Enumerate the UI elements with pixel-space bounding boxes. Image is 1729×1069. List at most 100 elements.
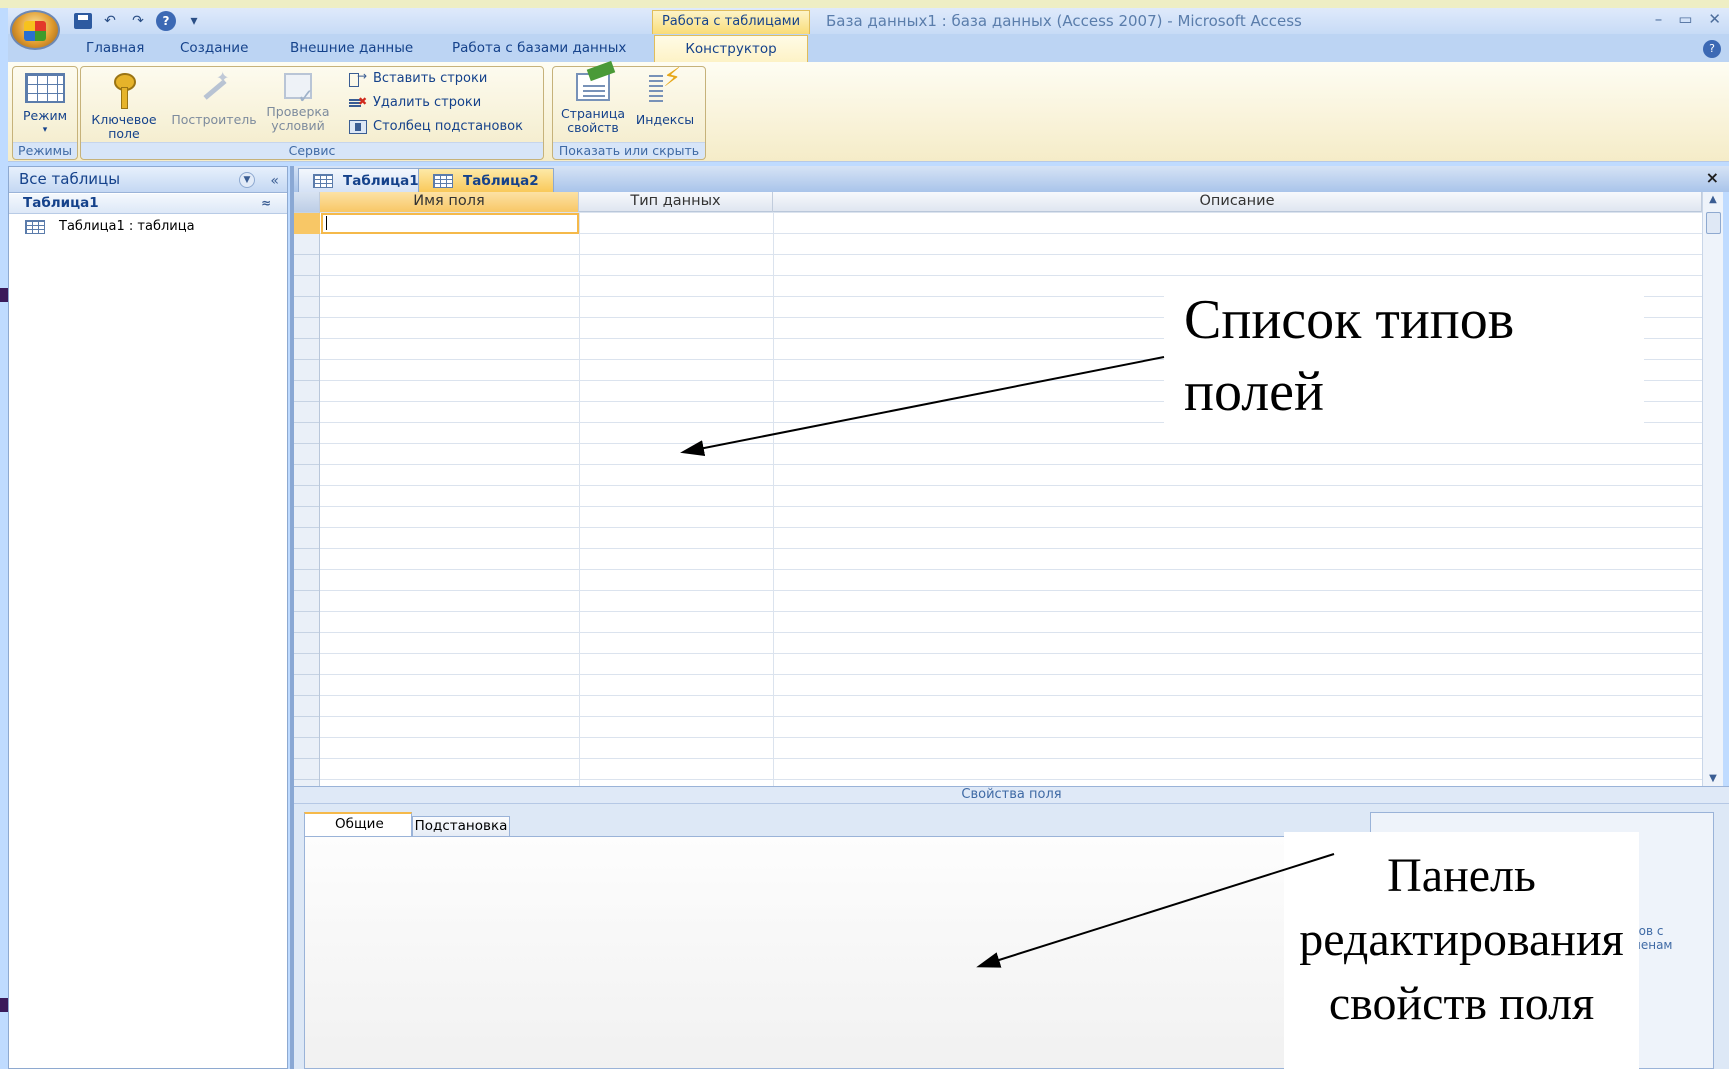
- field-name-input[interactable]: [321, 213, 579, 234]
- grid-header: Имя поля Тип данных Описание: [294, 192, 1702, 212]
- help-icon[interactable]: ?: [156, 11, 176, 31]
- column-header-data-type[interactable]: Тип данных: [579, 192, 773, 212]
- text-cursor: [326, 216, 327, 230]
- tab-external-data[interactable]: Внешние данные: [290, 40, 413, 56]
- office-button[interactable]: [10, 10, 60, 50]
- slide-background-strip: [0, 0, 1729, 8]
- indexes-button[interactable]: Индексы: [631, 71, 699, 127]
- window-controls: – ▭ ✕: [1655, 10, 1721, 28]
- property-sheet-icon: [576, 73, 610, 101]
- lookup-column-label: Столбец подстановок: [373, 119, 523, 134]
- primary-key-label: Ключевое: [91, 112, 157, 127]
- chevron-down-icon[interactable]: ▼: [239, 172, 255, 188]
- insert-rows-button[interactable]: Вставить строки: [349, 69, 488, 87]
- minimize-button[interactable]: –: [1655, 10, 1663, 28]
- property-sheet-label: Страница: [560, 106, 626, 121]
- test-validation-button[interactable]: Проверка условий: [261, 73, 335, 133]
- tab-home[interactable]: Главная: [86, 40, 144, 56]
- table-icon: [25, 219, 45, 234]
- property-sheet-button[interactable]: Страница свойств: [557, 73, 629, 135]
- access-window: ↶ ↷ ? ▾ Работа с таблицами База данных1 …: [0, 0, 1729, 1069]
- ribbon-group-show-hide: Страница свойств Индексы Показать или ск…: [552, 66, 706, 160]
- scroll-thumb[interactable]: [1706, 212, 1721, 234]
- select-all-corner[interactable]: [294, 192, 320, 212]
- insert-rows-icon: [349, 69, 367, 87]
- key-icon: [106, 73, 142, 109]
- ribbon-group-service: Ключевое поле Построитель Проверка услов…: [80, 66, 544, 160]
- insert-rows-label: Вставить строки: [373, 71, 488, 86]
- annotation-field-types: Список типов полей: [1184, 289, 1515, 423]
- indexes-label: Индексы: [635, 112, 695, 127]
- ribbon-group-label: Режимы: [13, 142, 77, 159]
- navigation-pane: Все таблицы ▼ « Таблица1 ≈ Таблица1 : та…: [8, 166, 288, 1069]
- undo-icon[interactable]: ↶: [100, 13, 120, 29]
- close-document-icon[interactable]: ×: [1706, 168, 1719, 187]
- property-sheet-label-2: свойств: [567, 120, 619, 135]
- collapse-pane-icon[interactable]: «: [270, 169, 279, 193]
- column-divider: [773, 212, 774, 786]
- window-title: База данных1 : база данных (Access 2007)…: [826, 12, 1302, 30]
- lookup-column-icon: [349, 119, 367, 134]
- primary-key-label-2: поле: [108, 126, 140, 141]
- quick-access-toolbar: ↶ ↷ ? ▾: [74, 10, 204, 32]
- column-header-field-name[interactable]: Имя поля: [320, 192, 579, 212]
- table-icon: [313, 173, 333, 188]
- validation-check-icon: [284, 73, 314, 103]
- view-button-label: Режим: [22, 108, 68, 123]
- delete-rows-button[interactable]: Удалить строки: [349, 95, 481, 110]
- builder-button[interactable]: Построитель: [167, 71, 261, 127]
- column-divider: [579, 212, 580, 786]
- row-selectors[interactable]: [294, 212, 320, 786]
- tab-design[interactable]: Конструктор: [654, 35, 808, 63]
- nav-group-title: Таблица1: [23, 195, 99, 211]
- delete-rows-icon: [349, 95, 367, 110]
- scroll-down-icon[interactable]: ▼: [1703, 773, 1723, 784]
- nav-item-label: Таблица1 : таблица: [59, 219, 195, 234]
- primary-key-button[interactable]: Ключевое поле: [89, 73, 159, 141]
- slide-marker: [0, 288, 8, 302]
- ribbon-group-label: Сервис: [81, 142, 543, 159]
- current-row-selector[interactable]: [294, 213, 320, 234]
- nav-pane-header[interactable]: Все таблицы ▼ «: [9, 167, 287, 193]
- delete-rows-label: Удалить строки: [373, 95, 482, 110]
- office-logo-icon: [24, 21, 46, 41]
- ribbon-group-modes: Режим ▾ Режимы: [12, 66, 78, 160]
- collapse-group-icon[interactable]: ≈: [261, 194, 271, 213]
- builder-label: Построитель: [171, 112, 257, 127]
- lookup-column-button[interactable]: Столбец подстановок: [349, 119, 523, 134]
- doc-tab-label: Таблица2: [463, 172, 539, 189]
- column-header-description[interactable]: Описание: [773, 192, 1702, 212]
- annotation-properties-panel: Панель редактирования свойств поля: [1299, 849, 1624, 1030]
- context-group-label: Работа с таблицами: [652, 10, 810, 34]
- doc-tab-table2[interactable]: Таблица2: [418, 168, 554, 192]
- table-icon: [433, 173, 453, 188]
- ribbon-help-icon[interactable]: ?: [1703, 40, 1721, 58]
- vertical-scrollbar[interactable]: ▲ ▼: [1702, 192, 1723, 786]
- doc-tab-table1[interactable]: Таблица1: [298, 168, 434, 192]
- ribbon-tab-row: [8, 34, 1729, 62]
- slide-marker: [0, 998, 8, 1012]
- tab-lookup[interactable]: Подстановка: [412, 816, 510, 836]
- validation-label-2: условий: [271, 118, 325, 133]
- chevron-down-icon: ▾: [42, 125, 48, 135]
- builder-wand-icon: [196, 71, 232, 107]
- field-properties-sheet: [304, 836, 1368, 1069]
- save-icon[interactable]: [74, 13, 92, 29]
- redo-icon[interactable]: ↷: [128, 13, 148, 29]
- datasheet-view-icon: [25, 73, 65, 103]
- tab-general[interactable]: Общие: [304, 812, 412, 836]
- restore-button[interactable]: ▭: [1678, 10, 1692, 28]
- view-button[interactable]: Режим ▾: [19, 73, 71, 137]
- nav-item-table1[interactable]: Таблица1 : таблица: [25, 219, 195, 234]
- tab-database-tools[interactable]: Работа с базами данных: [452, 40, 626, 56]
- doc-tab-label: Таблица1: [343, 172, 419, 189]
- customize-qat-icon[interactable]: ▾: [184, 13, 204, 29]
- ribbon-group-label: Показать или скрыть: [553, 142, 705, 159]
- field-properties-title: Свойства поля: [294, 786, 1729, 804]
- close-button[interactable]: ✕: [1708, 10, 1721, 28]
- scroll-up-icon[interactable]: ▲: [1703, 194, 1723, 205]
- nav-pane-title: Все таблицы: [19, 170, 121, 188]
- nav-group-header[interactable]: Таблица1 ≈: [9, 194, 287, 214]
- tab-create[interactable]: Создание: [180, 40, 248, 56]
- indexes-icon: [647, 71, 683, 107]
